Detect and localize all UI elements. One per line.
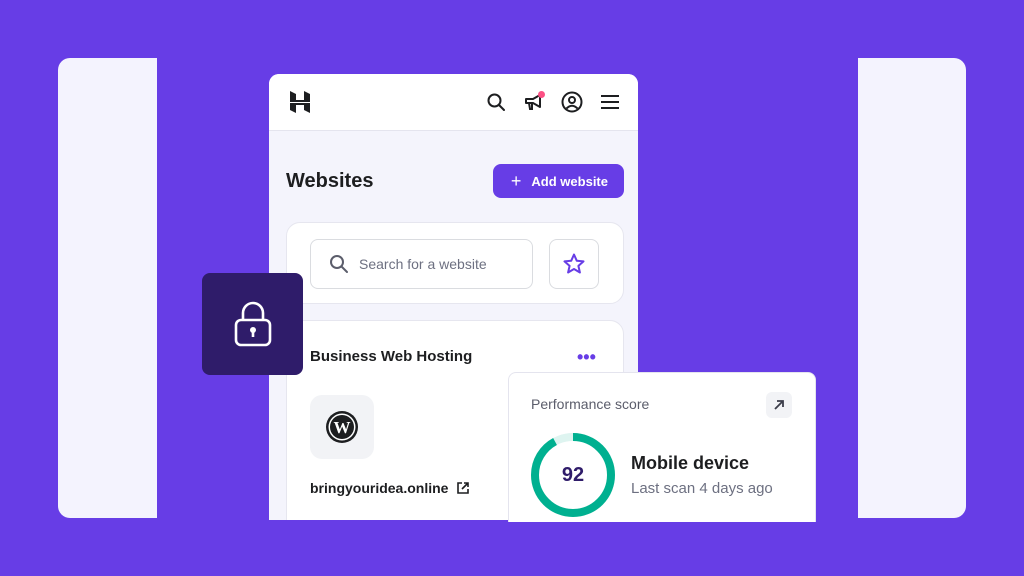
more-dots-icon[interactable]: •••: [577, 348, 596, 366]
hosting-plan-title: Business Web Hosting: [310, 348, 473, 365]
open-performance-button[interactable]: [766, 392, 792, 418]
arrow-up-right-icon: [774, 400, 784, 410]
megaphone-icon[interactable]: [522, 90, 546, 114]
notification-dot: [538, 91, 545, 98]
wordpress-tile: W: [310, 395, 374, 459]
security-lock-tile: [202, 273, 303, 375]
add-website-button[interactable]: + Add website: [492, 164, 624, 198]
search-icon: [330, 255, 348, 273]
add-website-label: Add website: [531, 173, 608, 189]
performance-score-card: Performance score 92 Mobile device Last …: [508, 372, 816, 522]
score-value: 92: [561, 463, 585, 486]
menu-icon[interactable]: [598, 90, 622, 114]
search-placeholder: Search for a website: [359, 256, 487, 272]
wordpress-icon: W: [326, 411, 358, 443]
domain-name: bringyouridea.online: [310, 480, 449, 496]
page-title: Websites: [286, 169, 374, 192]
star-icon: [563, 253, 585, 274]
background-panel-left: [58, 58, 157, 518]
page-header: Websites + Add website: [286, 164, 624, 198]
search-input[interactable]: Search for a website: [310, 239, 533, 289]
hostinger-logo-icon[interactable]: [287, 89, 313, 115]
domain-link[interactable]: bringyouridea.online: [310, 480, 470, 496]
plus-icon: +: [510, 171, 522, 191]
lock-icon: [234, 301, 271, 347]
search-icon[interactable]: [484, 90, 508, 114]
device-title: Mobile device: [631, 453, 750, 473]
external-link-icon: [457, 482, 470, 494]
svg-text:W: W: [334, 418, 351, 437]
account-icon[interactable]: [560, 90, 584, 114]
last-scan-text: Last scan 4 days ago: [631, 480, 773, 497]
app-header: [269, 74, 638, 131]
search-card: Search for a website: [286, 222, 624, 304]
favorites-button[interactable]: [549, 239, 599, 289]
background-panel-right: [858, 58, 966, 518]
performance-label: Performance score: [531, 396, 650, 412]
